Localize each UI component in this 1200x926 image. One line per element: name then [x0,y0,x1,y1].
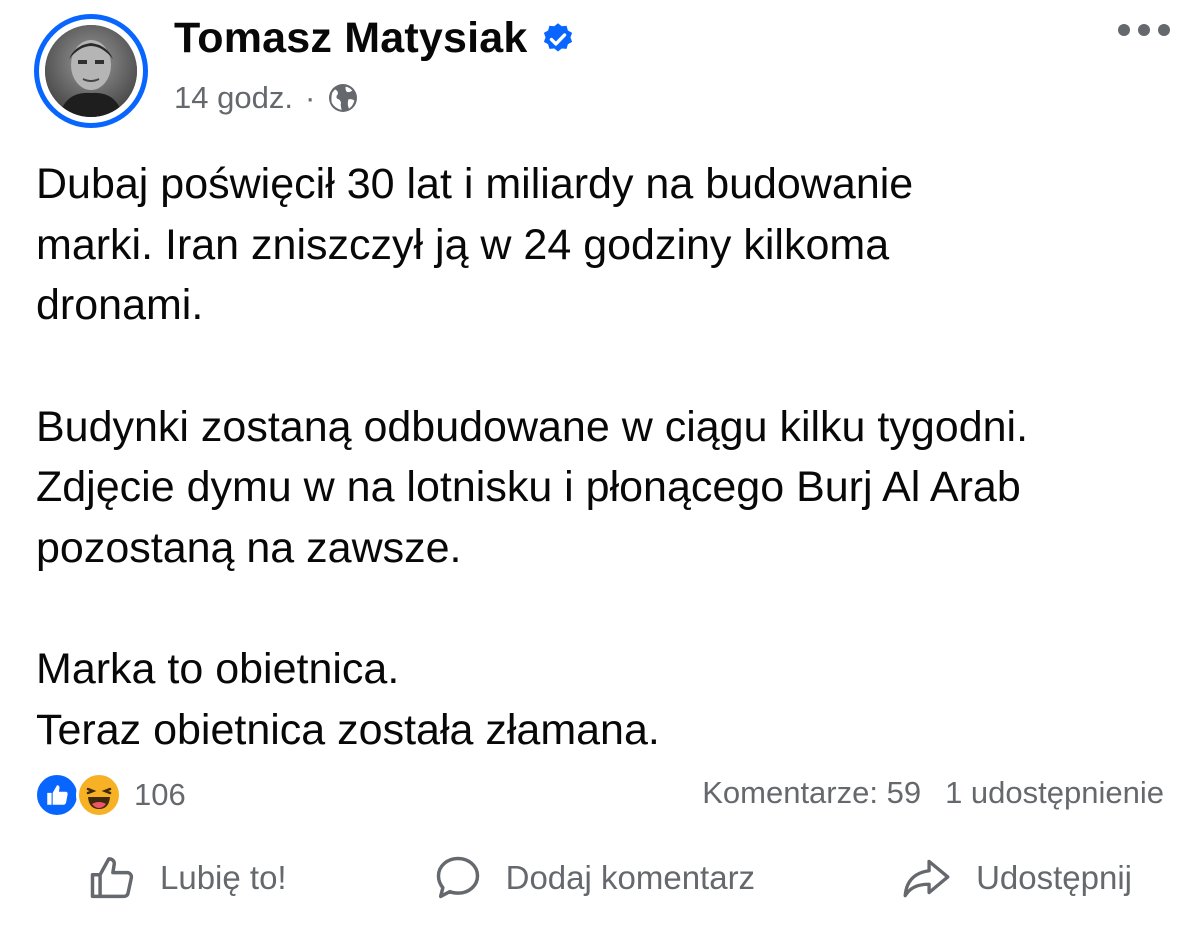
author-avatar-ring[interactable] [34,14,148,128]
post-paragraph: Marka to obietnica. Teraz obietnica zost… [36,639,1176,760]
verified-badge-icon [543,22,572,51]
comment-label: Dodaj komentarz [505,859,756,896]
globe-icon[interactable] [327,82,359,114]
post-line: marki. Iran zniszczył ją w 24 godziny ki… [36,220,890,269]
like-icon [34,772,80,818]
post-line: pozostaną na zawsze. [36,523,462,572]
share-button[interactable]: Udostępnij [900,852,1132,904]
post-paragraph: Dubaj poświęcił 30 lat i miliardy na bud… [36,154,1176,336]
avatar[interactable] [45,25,137,117]
post-time[interactable]: 14 godz. [174,80,293,116]
dot-icon [1138,24,1150,36]
post-line: Marka to obietnica. [36,645,400,693]
share-icon [903,859,950,898]
haha-icon [76,772,122,818]
engagement-stats: Komentarze: 59 1 udostępnienie [702,775,1164,811]
reactions-summary[interactable]: 106 [34,772,186,818]
avatar-photo [45,25,137,117]
post-line: Zdjęcie dymu w na lotnisku i płonącego B… [36,463,1021,511]
post-meta: 14 godz. · [174,80,359,116]
post-line: Dubaj poświęcił 30 lat i miliardy na bud… [36,160,914,208]
post-actions-bar: Lubię to! Dodaj komentarz Udostępnij [0,852,1200,904]
share-label: Udostępnij [976,859,1132,896]
shares-count[interactable]: 1 udostępnienie [945,775,1164,811]
comments-count[interactable]: Komentarze: 59 [702,775,921,811]
reaction-count: 106 [134,777,186,812]
post-line: Teraz obietnica została złamana. [36,705,660,754]
like-icon [90,857,134,899]
dot-icon [1158,24,1170,36]
like-button[interactable]: Lubię to! [86,852,287,904]
author-name[interactable]: Tomasz Matysiak [174,14,528,63]
more-options-icon[interactable] [1118,24,1170,36]
post-line: dronami. [36,281,204,329]
meta-separator: · [304,80,316,115]
dot-icon [1118,24,1130,36]
like-label: Lubię to! [160,859,287,896]
comment-button[interactable]: Dodaj komentarz [432,852,755,904]
comment-icon [436,856,479,899]
post-paragraph: Budynki zostaną odbudowane w ciągu kilku… [36,397,1176,579]
post-line: Budynki zostaną odbudowane w ciągu kilku… [36,402,1029,451]
post-text: Dubaj poświęcił 30 lat i miliardy na bud… [36,154,1176,760]
post-author: Tomasz Matysiak [174,14,576,63]
